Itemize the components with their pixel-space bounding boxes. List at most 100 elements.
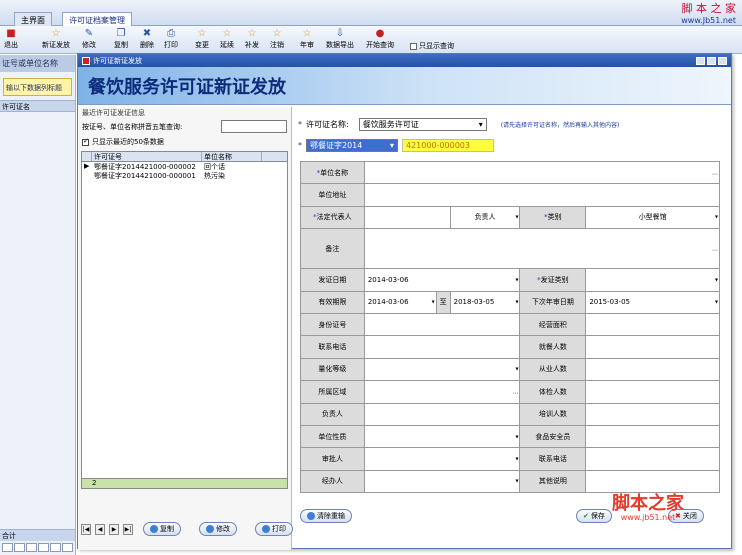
- staff-label: 从业人数: [520, 358, 587, 382]
- recent-licenses-grid[interactable]: 许可证号 单位名称 ▶ 鄂餐证字2014421000-000002 回个话 鄂餐…: [81, 151, 288, 489]
- clear-button[interactable]: 清除重输: [300, 509, 352, 523]
- unit-name-field[interactable]: …: [364, 162, 720, 185]
- unit-nature-select[interactable]: ▾: [364, 425, 521, 449]
- show-query-checkbox[interactable]: 只显示查询: [410, 42, 454, 51]
- grid-nav-row: |◀ ◀ ▶ ▶| 复制 修改 打印: [81, 522, 293, 536]
- responsible-select[interactable]: 负责人 ▾: [450, 206, 521, 230]
- delete-button[interactable]: ✖ 删除: [140, 27, 154, 50]
- dropdown-arrow-icon: ▾: [389, 140, 394, 150]
- region-label: 所属区域: [301, 381, 365, 404]
- area-field[interactable]: [586, 313, 720, 337]
- category-select[interactable]: 小型餐馆 ▾: [586, 206, 721, 230]
- region-field[interactable]: …: [364, 381, 521, 404]
- query-row: 按证号、单位名称拼音五笔查询:: [78, 118, 291, 135]
- current-row-icon: ▶: [84, 162, 90, 170]
- annual-review-button[interactable]: ☆ 年审: [300, 27, 314, 50]
- nav-last-button[interactable]: [38, 543, 49, 552]
- query-icon: ●: [375, 28, 385, 39]
- export-button[interactable]: ⇩ 数据导出: [326, 27, 354, 50]
- refresh-icon: [206, 525, 214, 533]
- left-panel-header: 证号或单位名称: [0, 55, 75, 72]
- handler-select[interactable]: ▾: [364, 470, 521, 494]
- tab-license-archive[interactable]: 许可证档案管理: [62, 12, 132, 26]
- left-panel-nav: [0, 543, 75, 553]
- query-input[interactable]: [221, 120, 287, 133]
- site-logo: 脚 本 之 家 www.Jb51.net: [681, 3, 736, 27]
- issue-date-field[interactable]: 2014-03-06 ▾: [364, 269, 521, 292]
- ellipsis-icon[interactable]: …: [512, 388, 518, 395]
- tab-main[interactable]: 主界面: [14, 12, 52, 26]
- grade-select[interactable]: ▾: [364, 358, 521, 382]
- ellipsis-icon[interactable]: …: [712, 169, 718, 176]
- exam-label: 体检人数: [520, 381, 587, 404]
- minimize-button[interactable]: [696, 56, 705, 65]
- new-license-button[interactable]: ☆ 新证发放: [42, 27, 70, 50]
- first-record-button[interactable]: |◀: [81, 523, 91, 535]
- table-row[interactable]: 鄂餐证字2014421000-000001 热污染: [82, 171, 287, 180]
- print-button[interactable]: ⎙ 打印: [164, 27, 178, 50]
- copy-button[interactable]: ❐ 复制: [114, 27, 128, 50]
- edit-record-button[interactable]: 修改: [199, 522, 237, 536]
- diners-field[interactable]: [586, 336, 720, 359]
- copy-record-button[interactable]: 复制: [143, 522, 181, 536]
- contact-phone-label: 联系电话: [520, 448, 587, 471]
- person-in-charge-field[interactable]: [364, 403, 521, 426]
- save-button[interactable]: ✔ 保存: [576, 509, 612, 523]
- checkbox-icon: [410, 42, 417, 50]
- phone-label: 联系电话: [301, 336, 365, 359]
- table-row[interactable]: ▶ 鄂餐证字2014421000-000002 回个话: [82, 162, 287, 171]
- food-safety-field[interactable]: [586, 425, 720, 449]
- nav-delete-button[interactable]: [62, 543, 73, 552]
- staff-field[interactable]: [586, 358, 720, 382]
- exit-button[interactable]: ■ 退出: [4, 27, 18, 50]
- to-label: 至: [436, 291, 451, 314]
- grid-col-unit-name[interactable]: 单位名称: [202, 152, 262, 161]
- contact-phone-field[interactable]: [586, 448, 720, 471]
- approver-select[interactable]: ▾: [364, 448, 521, 471]
- maximize-button[interactable]: [707, 56, 716, 65]
- license-prefix-select[interactable]: 鄂餐证字2014 ▾: [306, 138, 398, 152]
- nav-first-button[interactable]: [2, 543, 13, 552]
- change-button[interactable]: ☆ 变更: [195, 27, 209, 50]
- edit-button[interactable]: ✎ 修改: [82, 27, 96, 50]
- group-by-area[interactable]: 输以下数据列标题: [3, 78, 72, 96]
- print-record-button[interactable]: 打印: [255, 522, 293, 536]
- grid-count: 2: [82, 478, 287, 488]
- cancel-license-button[interactable]: ☆ 注销: [270, 27, 284, 50]
- prev-record-button[interactable]: ◀: [95, 523, 105, 535]
- nav-add-button[interactable]: [50, 543, 61, 552]
- exam-field[interactable]: [586, 381, 720, 404]
- last-record-button[interactable]: ▶|: [123, 523, 133, 535]
- recent-only-checkbox[interactable]: 只显示最近的50条数据: [78, 135, 291, 149]
- next-record-button[interactable]: ▶: [109, 523, 119, 535]
- column-header[interactable]: 许可证名: [0, 100, 75, 112]
- grid-col-license-no[interactable]: 许可证号: [92, 152, 202, 161]
- id-number-field[interactable]: [364, 313, 521, 337]
- next-review-field[interactable]: 2015-03-05 ▾: [586, 291, 720, 314]
- legal-rep-field[interactable]: [364, 206, 451, 230]
- valid-from-field[interactable]: 2014-03-06 ▾: [364, 291, 437, 314]
- issue-type-select[interactable]: ▾: [586, 269, 720, 292]
- license-number-field[interactable]: 421000-000003: [402, 138, 494, 152]
- issue-type-label: * 发证类别: [520, 269, 587, 292]
- license-form-table: * 单位名称 … 单位地址 * 法定代表人 负责人 ▾ * 类别 小型餐馆 ▾ 备注 … …: [300, 161, 721, 494]
- license-number-row: * 鄂餐证字2014 ▾ 421000-000003: [298, 137, 726, 153]
- trained-field[interactable]: [586, 403, 720, 426]
- phone-field[interactable]: [364, 336, 521, 359]
- remark-label: 备注: [301, 229, 365, 270]
- nav-next-button[interactable]: [26, 543, 37, 552]
- nav-prev-button[interactable]: [14, 543, 25, 552]
- license-name-select[interactable]: 餐饮服务许可证 ▾: [358, 117, 487, 131]
- renew-button[interactable]: ☆ 延续: [220, 27, 234, 50]
- remark-field[interactable]: …: [364, 229, 720, 270]
- unit-address-field[interactable]: [364, 184, 720, 207]
- close-window-button[interactable]: [718, 56, 727, 65]
- dropdown-arrow-icon: ▾: [515, 276, 519, 284]
- ellipsis-icon[interactable]: …: [712, 245, 718, 252]
- dropdown-arrow-icon: ▾: [714, 298, 718, 306]
- start-query-button[interactable]: ● 开始查询: [366, 27, 394, 50]
- valid-to-field[interactable]: 2018-03-05 ▾: [450, 291, 521, 314]
- other-field[interactable]: [586, 470, 720, 494]
- reissue-button[interactable]: ☆ 补发: [245, 27, 259, 50]
- delete-icon: ✖: [142, 28, 152, 39]
